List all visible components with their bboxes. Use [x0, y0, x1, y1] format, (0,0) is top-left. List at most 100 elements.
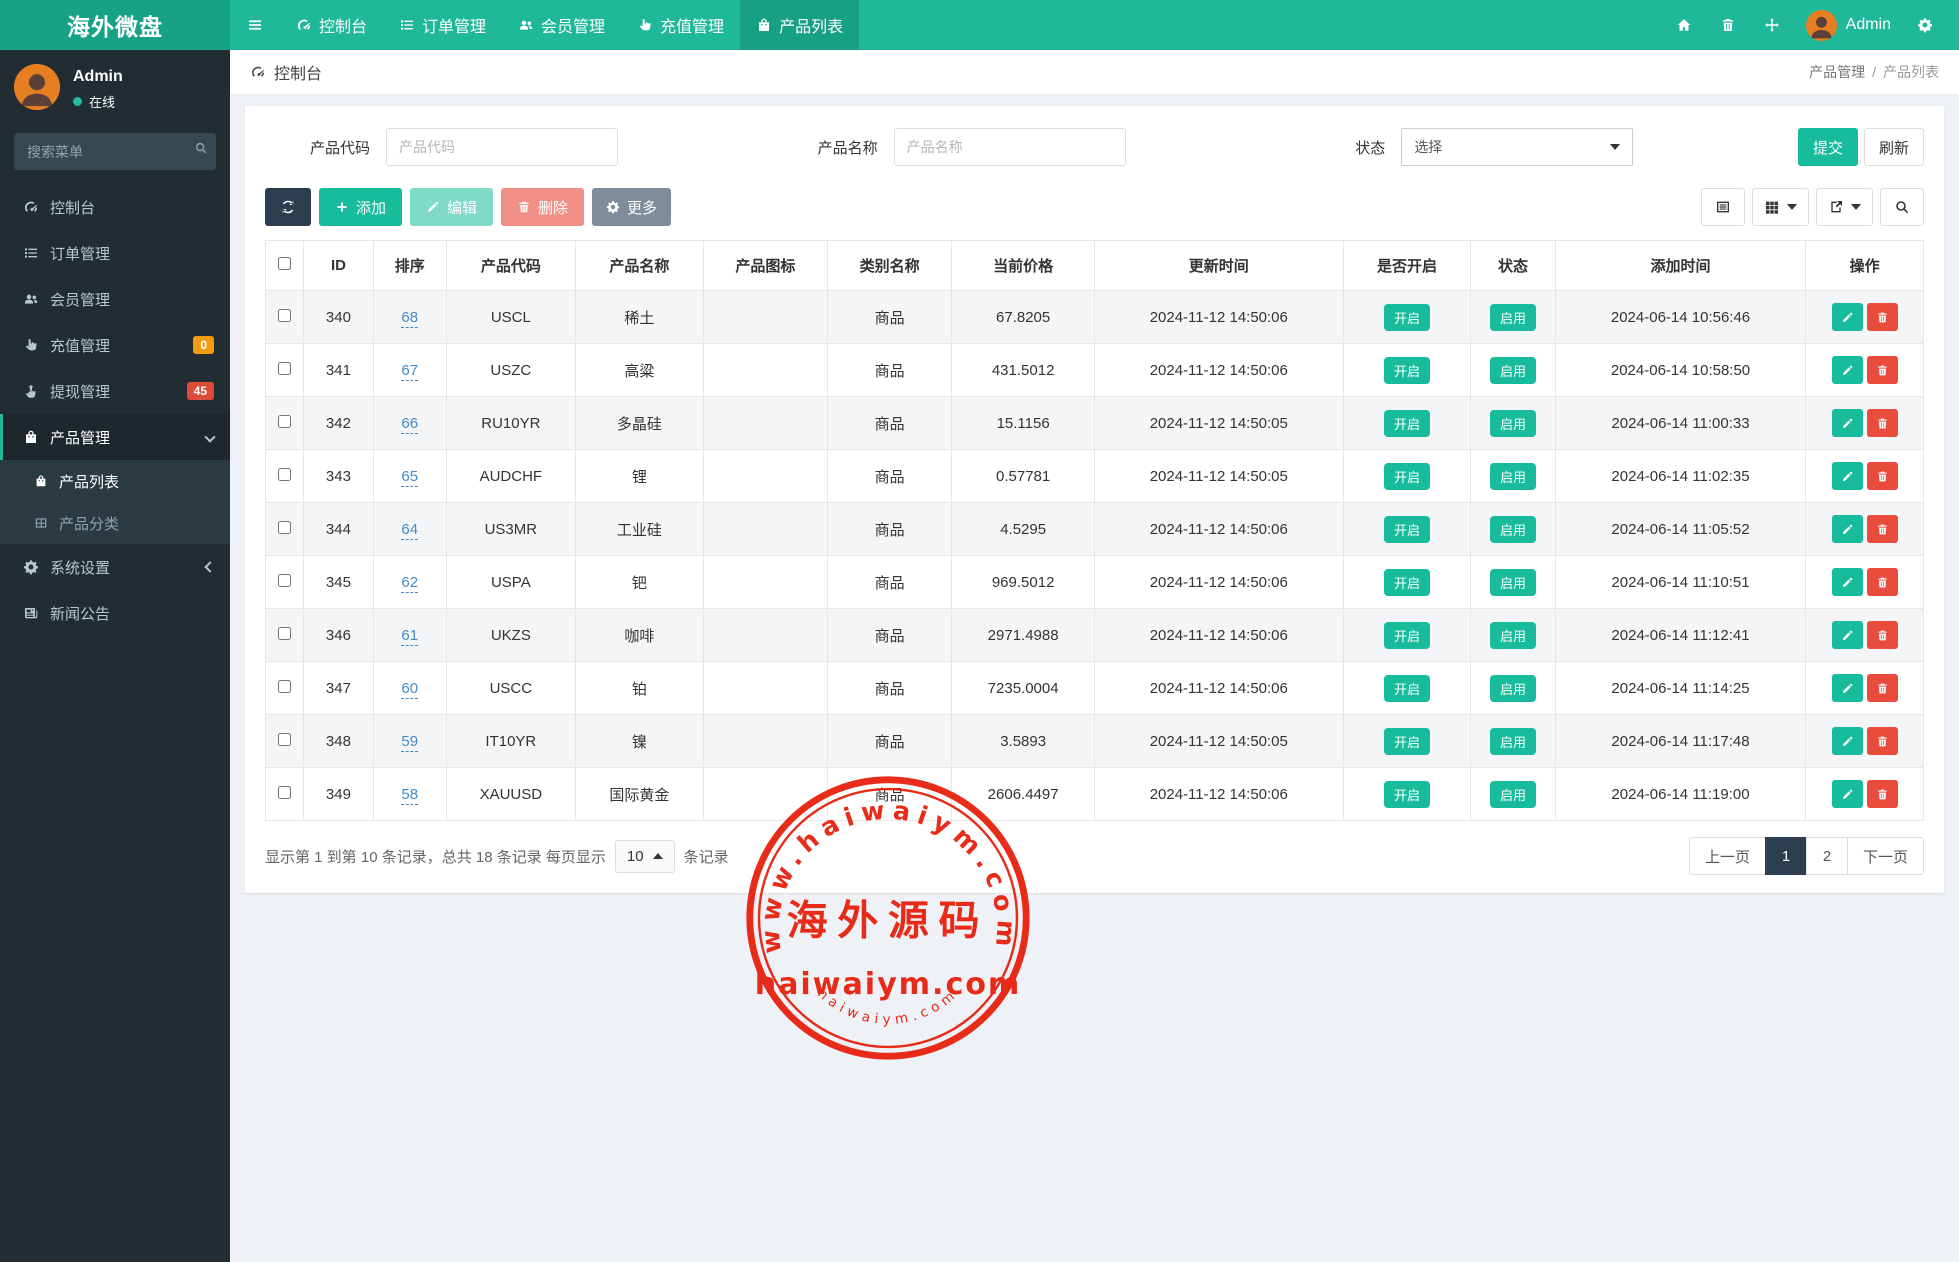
submit-button[interactable]: 提交	[1798, 128, 1858, 166]
open-toggle-badge[interactable]: 开启	[1384, 516, 1430, 543]
row-edit-button[interactable]	[1832, 356, 1863, 384]
reload-button[interactable]	[265, 188, 311, 226]
row-delete-button[interactable]	[1867, 780, 1898, 808]
open-toggle-badge[interactable]: 开启	[1384, 781, 1430, 808]
search-toggle-button[interactable]	[1880, 188, 1924, 226]
open-toggle-badge[interactable]: 开启	[1384, 728, 1430, 755]
row-checkbox[interactable]	[278, 415, 291, 428]
row-checkbox[interactable]	[278, 574, 291, 587]
nav-item-产品列表[interactable]: 产品列表	[740, 0, 859, 50]
name-input[interactable]	[894, 128, 1126, 166]
sidebar-toggle-button[interactable]	[230, 0, 280, 50]
nav-item-会员管理[interactable]: 会员管理	[502, 0, 621, 50]
fullscreen-button[interactable]	[1752, 0, 1792, 50]
row-delete-button[interactable]	[1867, 621, 1898, 649]
select-all-checkbox[interactable]	[278, 257, 291, 270]
nav-item-订单管理[interactable]: 订单管理	[383, 0, 502, 50]
user-menu[interactable]: Admin	[1796, 10, 1901, 41]
sidebar-search-input[interactable]	[14, 133, 216, 170]
page-button-1[interactable]: 1	[1765, 837, 1807, 875]
more-button[interactable]: 更多	[592, 188, 671, 226]
brand-logo[interactable]: 海外微盘	[0, 0, 230, 50]
sidebar-subitem-产品分类[interactable]: 产品分类	[0, 502, 230, 544]
open-toggle-badge[interactable]: 开启	[1384, 357, 1430, 384]
row-delete-button[interactable]	[1867, 674, 1898, 702]
nav-item-控制台[interactable]: 控制台	[280, 0, 383, 50]
columns-button[interactable]	[1752, 188, 1809, 226]
status-toggle-badge[interactable]: 启用	[1490, 728, 1536, 755]
row-checkbox[interactable]	[278, 680, 291, 693]
open-toggle-badge[interactable]: 开启	[1384, 569, 1430, 596]
status-toggle-badge[interactable]: 启用	[1490, 304, 1536, 331]
row-checkbox[interactable]	[278, 521, 291, 534]
row-delete-button[interactable]	[1867, 303, 1898, 331]
row-checkbox[interactable]	[278, 733, 291, 746]
row-delete-button[interactable]	[1867, 515, 1898, 543]
add-button[interactable]: 添加	[319, 188, 402, 226]
edit-button-disabled[interactable]: 编辑	[410, 188, 493, 226]
row-edit-button[interactable]	[1832, 780, 1863, 808]
status-toggle-badge[interactable]: 启用	[1490, 357, 1536, 384]
sidebar-search-button[interactable]	[194, 141, 208, 158]
breadcrumb-parent[interactable]: 产品管理	[1809, 62, 1865, 82]
row-edit-button[interactable]	[1832, 409, 1863, 437]
sidebar-item-会员管理[interactable]: 会员管理	[0, 276, 230, 322]
sort-editable-link[interactable]: 65	[401, 468, 418, 487]
row-delete-button[interactable]	[1867, 462, 1898, 490]
open-toggle-badge[interactable]: 开启	[1384, 675, 1430, 702]
row-edit-button[interactable]	[1832, 727, 1863, 755]
row-checkbox[interactable]	[278, 786, 291, 799]
status-toggle-badge[interactable]: 启用	[1490, 675, 1536, 702]
refresh-button[interactable]: 刷新	[1864, 128, 1924, 166]
sort-editable-link[interactable]: 62	[401, 574, 418, 593]
status-select[interactable]: 选择	[1401, 128, 1633, 166]
row-checkbox[interactable]	[278, 627, 291, 640]
row-delete-button[interactable]	[1867, 568, 1898, 596]
row-edit-button[interactable]	[1832, 462, 1863, 490]
settings-button[interactable]	[1905, 0, 1945, 50]
home-button[interactable]	[1664, 0, 1704, 50]
sort-editable-link[interactable]: 61	[401, 627, 418, 646]
sidebar-item-产品管理[interactable]: 产品管理	[0, 414, 230, 460]
sort-editable-link[interactable]: 68	[401, 309, 418, 328]
row-delete-button[interactable]	[1867, 356, 1898, 384]
status-toggle-badge[interactable]: 启用	[1490, 622, 1536, 649]
sidebar-item-系统设置[interactable]: 系统设置	[0, 544, 230, 590]
row-delete-button[interactable]	[1867, 409, 1898, 437]
prev-page-button[interactable]: 上一页	[1689, 837, 1766, 875]
sidebar-item-控制台[interactable]: 控制台	[0, 184, 230, 230]
status-toggle-badge[interactable]: 启用	[1490, 410, 1536, 437]
row-edit-button[interactable]	[1832, 674, 1863, 702]
page-button-2[interactable]: 2	[1806, 837, 1848, 875]
code-input[interactable]	[386, 128, 618, 166]
sort-editable-link[interactable]: 58	[401, 786, 418, 805]
sidebar-item-提现管理[interactable]: 提现管理45	[0, 368, 230, 414]
row-checkbox[interactable]	[278, 309, 291, 322]
sidebar-subitem-产品列表[interactable]: 产品列表	[0, 460, 230, 502]
open-toggle-badge[interactable]: 开启	[1384, 304, 1430, 331]
row-edit-button[interactable]	[1832, 303, 1863, 331]
toggle-pagination-button[interactable]	[1701, 188, 1745, 226]
row-delete-button[interactable]	[1867, 727, 1898, 755]
status-toggle-badge[interactable]: 启用	[1490, 516, 1536, 543]
nav-item-充值管理[interactable]: 充值管理	[621, 0, 740, 50]
row-edit-button[interactable]	[1832, 621, 1863, 649]
delete-button-disabled[interactable]: 删除	[501, 188, 584, 226]
status-toggle-badge[interactable]: 启用	[1490, 781, 1536, 808]
open-toggle-badge[interactable]: 开启	[1384, 410, 1430, 437]
row-edit-button[interactable]	[1832, 515, 1863, 543]
row-edit-button[interactable]	[1832, 568, 1863, 596]
sidebar-item-充值管理[interactable]: 充值管理0	[0, 322, 230, 368]
sort-editable-link[interactable]: 60	[401, 680, 418, 699]
sort-editable-link[interactable]: 59	[401, 733, 418, 752]
export-button[interactable]	[1816, 188, 1873, 226]
next-page-button[interactable]: 下一页	[1847, 837, 1924, 875]
sort-editable-link[interactable]: 66	[401, 415, 418, 434]
sort-editable-link[interactable]: 67	[401, 362, 418, 381]
sidebar-item-新闻公告[interactable]: 新闻公告	[0, 590, 230, 636]
open-toggle-badge[interactable]: 开启	[1384, 622, 1430, 649]
sidebar-item-订单管理[interactable]: 订单管理	[0, 230, 230, 276]
status-toggle-badge[interactable]: 启用	[1490, 569, 1536, 596]
page-size-select[interactable]: 10	[615, 840, 675, 873]
sort-editable-link[interactable]: 64	[401, 521, 418, 540]
